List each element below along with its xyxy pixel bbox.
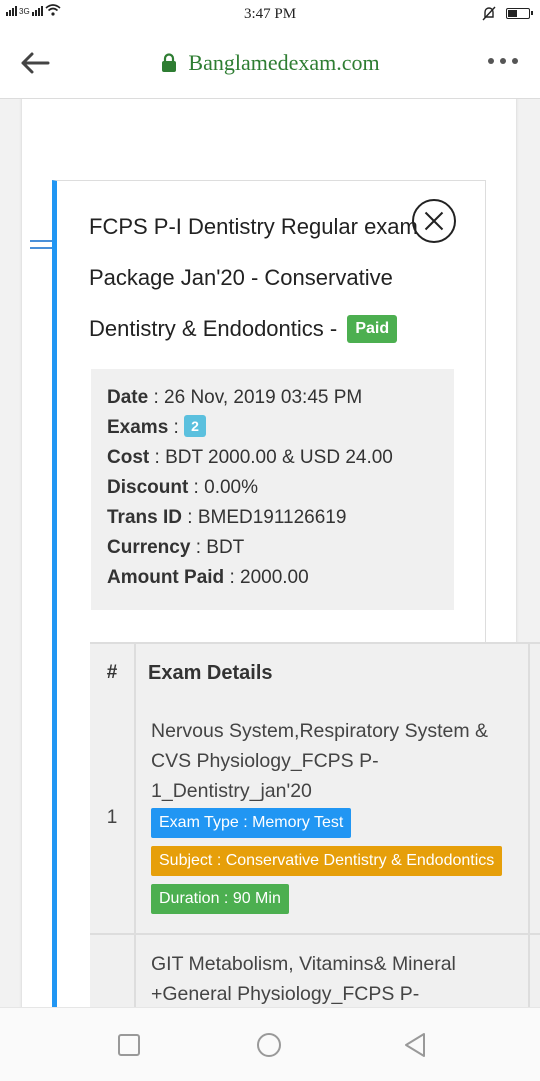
detail-discount: Discount : 0.00%: [107, 477, 258, 498]
detail-label: Amount Paid: [107, 567, 225, 588]
duration-tag: Duration : 90 Min: [151, 884, 289, 914]
exam-type-tag: Exam Type : Memory Test: [151, 808, 352, 838]
order-title: FCPS P-I Dentistry Regular exam Package …: [89, 201, 464, 354]
detail-value: BMED191126619: [197, 507, 347, 528]
status-bar: 3G 3:47 PM: [0, 0, 540, 30]
detail-trans-id: Trans ID : BMED191126619: [107, 507, 347, 528]
exams-count-badge: 2: [184, 415, 206, 437]
detail-label: Trans ID: [107, 507, 182, 528]
browser-toolbar: Banglamedexam.com: [0, 30, 540, 99]
detail-label: Discount: [107, 477, 189, 498]
close-icon[interactable]: [412, 199, 456, 243]
detail-value: 2000.00: [240, 567, 309, 588]
exam-name[interactable]: Nervous System,Respiratory System & CVS …: [151, 716, 521, 806]
detail-amount-paid: Amount Paid : 2000.00: [107, 567, 309, 588]
mute-bell-icon: [482, 6, 496, 21]
detail-value: 26 Nov, 2019 03:45 PM: [164, 387, 363, 408]
order-details: Date : 26 Nov, 2019 03:45 PM Exams : 2 C…: [91, 369, 454, 610]
detail-label: Date: [107, 387, 149, 408]
detail-value: BDT: [206, 537, 245, 558]
detail-label: Currency: [107, 537, 191, 558]
status-badge: Paid: [347, 315, 398, 343]
detail-exams: Exams : 2: [107, 413, 438, 443]
home-icon[interactable]: [256, 1032, 282, 1058]
detail-value: 0.00%: [204, 477, 258, 498]
detail-cost: Cost : BDT 2000.00 & USD 24.00: [107, 447, 393, 468]
web-content: FCPS P-I Dentistry Regular exam Package …: [0, 99, 540, 1007]
detail-currency: Currency : BDT: [107, 537, 245, 558]
back-icon[interactable]: [402, 1032, 428, 1058]
row-number: 1: [90, 702, 136, 933]
detail-label: Cost: [107, 447, 150, 468]
address-bar[interactable]: Banglamedexam.com: [0, 50, 540, 76]
detail-date: Date : 26 Nov, 2019 03:45 PM: [107, 387, 363, 408]
exam-details-cell: Nervous System,Respiratory System & CVS …: [151, 716, 521, 914]
row-number: [90, 935, 136, 1007]
exam-name[interactable]: GIT Metabolism, Vitamins& Mineral +Gener…: [151, 949, 521, 1007]
system-navigation-bar: [0, 1007, 540, 1081]
column-header-details: Exam Details: [148, 662, 273, 684]
battery-icon: [506, 8, 533, 19]
exam-details-cell: GIT Metabolism, Vitamins& Mineral +Gener…: [151, 949, 521, 1007]
column-header-number: #: [90, 644, 136, 702]
subject-tag: Subject : Conservative Dentistry & Endod…: [151, 846, 503, 876]
table-row: GIT Metabolism, Vitamins& Mineral +Gener…: [90, 935, 540, 1007]
more-options-icon[interactable]: [488, 58, 518, 64]
detail-value: BDT 2000.00 & USD 24.00: [165, 447, 393, 468]
recent-apps-icon[interactable]: [116, 1032, 142, 1058]
url-text: Banglamedexam.com: [188, 50, 380, 75]
lock-icon: [162, 53, 177, 72]
clock: 3:47 PM: [243, 6, 297, 22]
table-header: # Exam Details: [90, 642, 540, 704]
detail-label: Exams: [107, 417, 169, 438]
table-row: 1 Nervous System,Respiratory System & CV…: [90, 702, 540, 935]
heading-fragment-graphic: [40, 99, 310, 103]
